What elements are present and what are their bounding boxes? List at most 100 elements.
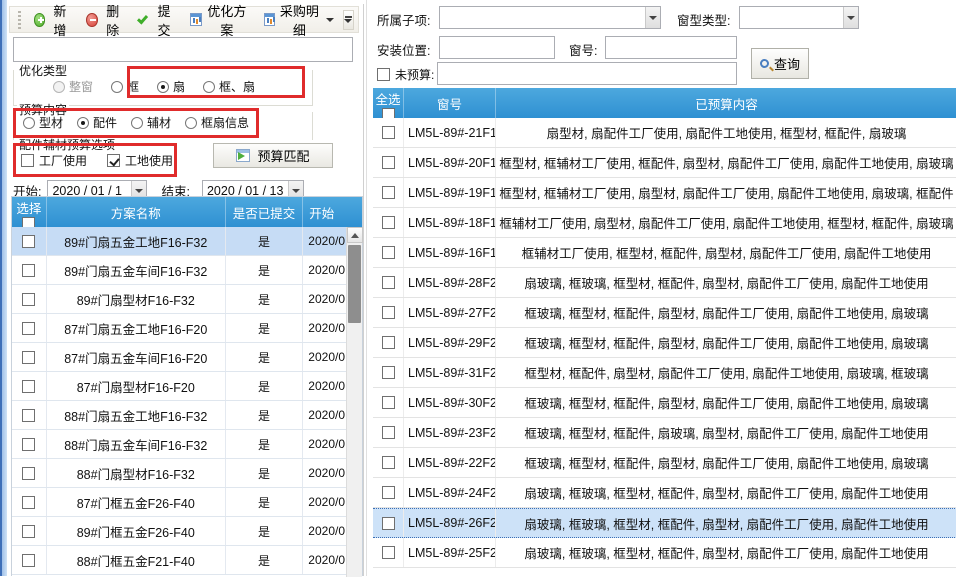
row-checkbox[interactable] bbox=[382, 276, 395, 289]
plan-table-row[interactable]: 88#门扇五金车间F16-F32是2020/0 bbox=[12, 430, 362, 459]
radio-frame-sash[interactable]: 框、扇 bbox=[203, 78, 255, 95]
row-checkbox[interactable] bbox=[22, 467, 35, 480]
plan-table-row[interactable]: 87#门扇五金车间F16-F20是2020/0 bbox=[12, 343, 362, 372]
row-checkbox[interactable] bbox=[22, 496, 35, 509]
window-table-row[interactable]: LM5L-89#-28F26扇玻璃, 框玻璃, 框型材, 框配件, 扇型材, 扇… bbox=[373, 268, 956, 298]
plan-table-row[interactable]: 89#门扇五金工地F16-F32是2020/0 bbox=[12, 227, 362, 256]
plan-table-row[interactable]: 87#门扇型材F16-F20是2020/0 bbox=[12, 372, 362, 401]
budgeted-content-cell: 扇玻璃, 框玻璃, 框型材, 框配件, 扇型材, 扇配件工厂使用, 扇配件工地使… bbox=[496, 268, 956, 297]
plan-table-row[interactable]: 89#门扇五金车间F16-F32是2020/0 bbox=[12, 256, 362, 285]
scrollbar-thumb[interactable] bbox=[348, 245, 361, 323]
row-checkbox[interactable] bbox=[382, 546, 395, 559]
radio-accessory[interactable]: 配件 bbox=[77, 114, 117, 131]
window-table-row[interactable]: LM5L-89#-30F28框玻璃, 框型材, 框配件, 扇型材, 扇配件工厂使… bbox=[373, 388, 956, 418]
radio-frame[interactable]: 框 bbox=[111, 78, 139, 95]
window-table-row[interactable]: LM5L-89#-22F20框玻璃, 框型材, 框配件, 扇型材, 扇配件工厂使… bbox=[373, 448, 956, 478]
radio-icon bbox=[157, 81, 169, 93]
plan-table-row[interactable]: 87#门框五金F26-F40是2020/0 bbox=[12, 488, 362, 517]
row-checkbox[interactable] bbox=[382, 426, 395, 439]
plan-filter-input[interactable] bbox=[13, 37, 353, 62]
select-column-header[interactable]: 选择 bbox=[12, 197, 47, 227]
row-checkbox[interactable] bbox=[382, 366, 395, 379]
query-button[interactable]: 查询 bbox=[751, 48, 809, 79]
window-table-row[interactable]: LM5L-89#-31F29框型材, 框配件, 扇型材, 扇配件工厂使用, 扇配… bbox=[373, 358, 956, 388]
window-table-row[interactable]: LM5L-89#-25F23扇玻璃, 框玻璃, 框型材, 框配件, 扇型材, 扇… bbox=[373, 538, 956, 568]
row-checkbox[interactable] bbox=[22, 264, 35, 277]
site-use-checkbox[interactable]: 工地使用 bbox=[107, 152, 173, 169]
start-column-header[interactable]: 开始 bbox=[303, 197, 346, 227]
install-position-input[interactable] bbox=[439, 36, 555, 59]
radio-profile[interactable]: 型材 bbox=[23, 114, 63, 131]
window-table-row[interactable]: LM5L-89#-20F18框型材, 框辅材工厂使用, 框配件, 扇型材, 扇配… bbox=[373, 148, 956, 178]
radio-whole-window[interactable]: 整窗 bbox=[53, 78, 93, 95]
purchase-detail-button[interactable]: 采购明细 bbox=[257, 0, 341, 42]
row-checkbox[interactable] bbox=[382, 126, 395, 139]
row-checkbox[interactable] bbox=[22, 525, 35, 538]
budget-match-button[interactable]: 预算匹配 bbox=[213, 143, 333, 168]
window-table-row[interactable]: LM5L-89#-26F24扇玻璃, 框玻璃, 框型材, 框配件, 扇型材, 扇… bbox=[373, 508, 956, 538]
window-no-input[interactable] bbox=[605, 36, 737, 59]
toolbar-grip[interactable] bbox=[18, 11, 21, 29]
plan-table-row[interactable]: 89#门框五金F26-F40是2020/0 bbox=[12, 517, 362, 546]
scroll-up-button[interactable] bbox=[347, 227, 363, 243]
window-table-row[interactable]: LM5L-89#-27F25框玻璃, 框型材, 框配件, 扇型材, 扇配件工厂使… bbox=[373, 298, 956, 328]
unbudgeted-input[interactable] bbox=[437, 62, 737, 85]
radio-sash[interactable]: 扇 bbox=[157, 78, 185, 95]
row-checkbox[interactable] bbox=[382, 216, 395, 229]
dropdown-button[interactable] bbox=[843, 7, 858, 28]
row-checkbox[interactable] bbox=[22, 438, 35, 451]
row-checkbox[interactable] bbox=[22, 322, 35, 335]
select-all-checkbox[interactable] bbox=[22, 217, 35, 227]
row-checkbox[interactable] bbox=[22, 235, 35, 248]
window-table-row[interactable]: LM5L-89#-16F15框辅材工厂使用, 框型材, 框配件, 扇型材, 扇配… bbox=[373, 238, 956, 268]
window-table-row[interactable]: LM5L-89#-21F19扇型材, 扇配件工厂使用, 扇配件工地使用, 框型材… bbox=[373, 118, 956, 148]
left-dock-strip[interactable] bbox=[0, 0, 7, 576]
plan-table-row[interactable]: 87#门扇五金工地F16-F20是2020/0 bbox=[12, 314, 362, 343]
window-type-combo[interactable] bbox=[739, 6, 859, 29]
plan-table-row[interactable]: 89#门扇型材F16-F32是2020/0 bbox=[12, 285, 362, 314]
row-checkbox[interactable] bbox=[382, 246, 395, 259]
window-table-row[interactable]: LM5L-89#-24F22扇玻璃, 框玻璃, 框型材, 框配件, 扇型材, 扇… bbox=[373, 478, 956, 508]
toolbar-overflow-button[interactable] bbox=[343, 10, 354, 30]
row-checkbox[interactable] bbox=[382, 396, 395, 409]
row-checkbox[interactable] bbox=[382, 306, 395, 319]
window-table-row[interactable]: LM5L-89#-23F21框玻璃, 框型材, 框配件, 扇玻璃, 扇型材, 扇… bbox=[373, 418, 956, 448]
plan-table-row[interactable]: 88#门扇五金工地F16-F32是2020/0 bbox=[12, 401, 362, 430]
row-checkbox[interactable] bbox=[22, 409, 35, 422]
row-checkbox[interactable] bbox=[382, 156, 395, 169]
checkbox-icon bbox=[377, 68, 390, 81]
submit-button[interactable]: 提交 bbox=[132, 0, 181, 42]
row-checkbox[interactable] bbox=[382, 486, 395, 499]
window-table-row[interactable]: LM5L-89#-18F16框辅材工厂使用, 扇型材, 扇配件工厂使用, 扇配件… bbox=[373, 208, 956, 238]
window-table-row[interactable]: LM5L-89#-29F27框玻璃, 框型材, 框配件, 扇型材, 扇配件工厂使… bbox=[373, 328, 956, 358]
plan-table-row[interactable]: 88#门扇型材F16-F32是2020/0 bbox=[12, 459, 362, 488]
radio-frame-sash-info[interactable]: 框扇信息 bbox=[185, 114, 249, 131]
window-no-column-header[interactable]: 窗号 bbox=[404, 88, 496, 118]
row-checkbox[interactable] bbox=[382, 456, 395, 469]
delete-button[interactable]: 删除 bbox=[79, 0, 130, 42]
chevron-down-icon bbox=[135, 189, 143, 193]
plan-table-scrollbar[interactable] bbox=[346, 227, 362, 577]
unbudgeted-checkbox[interactable]: 未预算: bbox=[377, 66, 434, 83]
select-all-checkbox[interactable] bbox=[382, 108, 395, 118]
row-checkbox[interactable] bbox=[382, 517, 395, 530]
window-table-row[interactable]: LM5L-89#-19F17框型材, 框辅材工厂使用, 扇型材, 扇配件工厂使用… bbox=[373, 178, 956, 208]
row-checkbox[interactable] bbox=[382, 186, 395, 199]
sub-item-combo[interactable] bbox=[439, 6, 661, 29]
radio-auxiliary[interactable]: 辅材 bbox=[131, 114, 171, 131]
row-checkbox[interactable] bbox=[22, 293, 35, 306]
window-no-cell: LM5L-89#-27F25 bbox=[404, 298, 496, 327]
row-checkbox[interactable] bbox=[22, 380, 35, 393]
budgeted-content-column-header[interactable]: 已预算内容 bbox=[496, 88, 956, 118]
add-button[interactable]: 新增 bbox=[27, 0, 78, 42]
plan-name-column-header[interactable]: 方案名称 bbox=[47, 197, 226, 227]
dropdown-button[interactable] bbox=[645, 7, 660, 28]
select-all-column-header[interactable]: 全选 bbox=[373, 88, 404, 118]
submitted-column-header[interactable]: 是否已提交 bbox=[226, 197, 304, 227]
optimize-plan-button[interactable]: 优化方案 bbox=[183, 0, 255, 42]
row-checkbox[interactable] bbox=[22, 351, 35, 364]
row-checkbox[interactable] bbox=[382, 336, 395, 349]
factory-use-checkbox[interactable]: 工厂使用 bbox=[21, 152, 87, 169]
row-checkbox[interactable] bbox=[22, 554, 35, 567]
plan-table-row[interactable]: 88#门框五金F21-F40是2020/0 bbox=[12, 546, 362, 575]
